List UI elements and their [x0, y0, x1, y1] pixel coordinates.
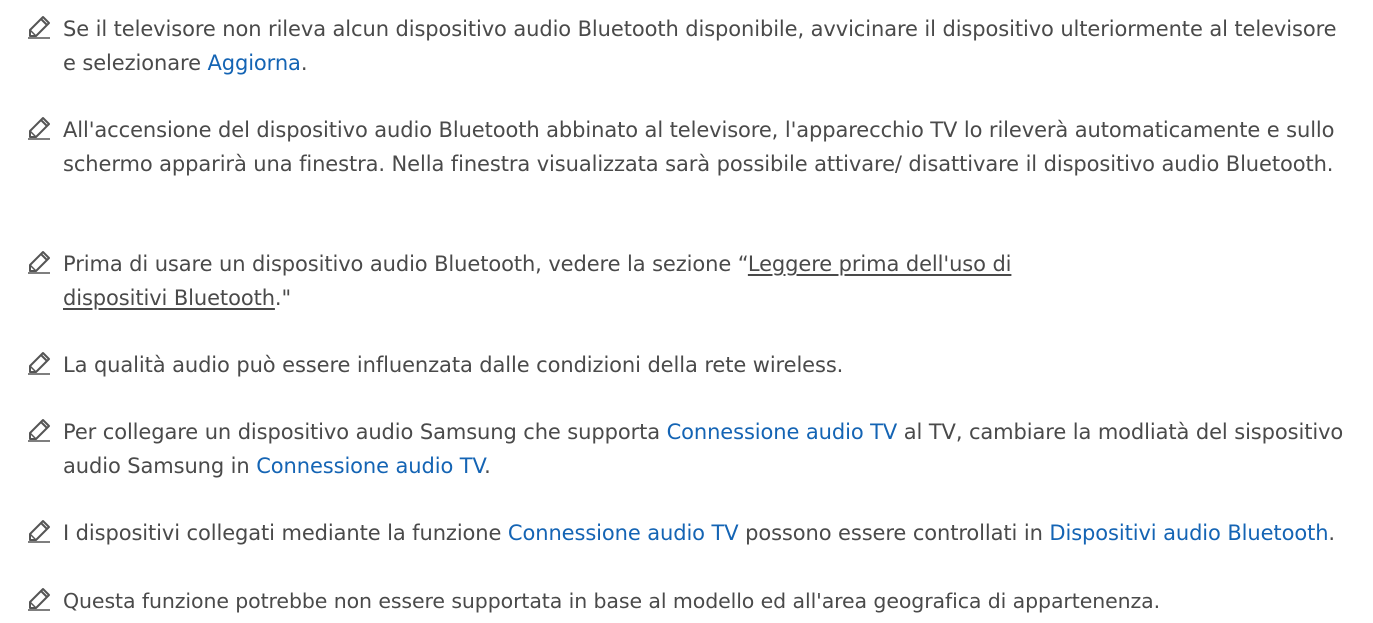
note-text: Prima di usare un dispositivo audio Blue…: [63, 247, 1073, 315]
connessione-audio-tv-link[interactable]: Connessione audio TV: [508, 521, 739, 545]
connessione-audio-tv-link[interactable]: Connessione audio TV: [667, 420, 898, 444]
note-text-part: Per collegare un dispositivo audio Samsu…: [63, 420, 667, 444]
note-text: Per collegare un dispositivo audio Samsu…: [63, 415, 1353, 483]
note-text: Questa funzione potrebbe non essere supp…: [63, 589, 1161, 613]
note-text: La qualità audio può essere influenzata …: [63, 353, 844, 377]
note-text: I dispositivi collegati mediante la funz…: [63, 516, 1353, 550]
note-text-part: Prima di usare un dispositivo audio Blue…: [63, 252, 748, 276]
note-text-part: .: [484, 454, 491, 478]
aggiorna-link[interactable]: Aggiorna: [207, 51, 300, 75]
pencil-icon: [28, 419, 50, 442]
note-text-part: .": [274, 286, 292, 310]
note-text-part: .: [300, 51, 308, 75]
note-text: All'accensione del dispositivo audio Blu…: [63, 118, 1335, 176]
note-text-part: I dispositivi collegati mediante la funz…: [63, 521, 508, 545]
pencil-icon: [28, 352, 50, 375]
pencil-icon: [28, 251, 50, 274]
pencil-icon: [28, 588, 50, 611]
pencil-icon: [28, 117, 50, 140]
note-text: Se il televisore non rileva alcun dispos…: [63, 12, 1353, 80]
note-text-part: possono essere controllati in: [738, 521, 1050, 545]
note-text-part: .: [1328, 521, 1335, 545]
connessione-audio-tv-link[interactable]: Connessione audio TV: [256, 454, 484, 478]
dispositivi-audio-bluetooth-link[interactable]: Dispositivi audio Bluetooth: [1049, 521, 1328, 545]
pencil-icon: [28, 520, 50, 543]
pencil-icon: [28, 16, 50, 39]
